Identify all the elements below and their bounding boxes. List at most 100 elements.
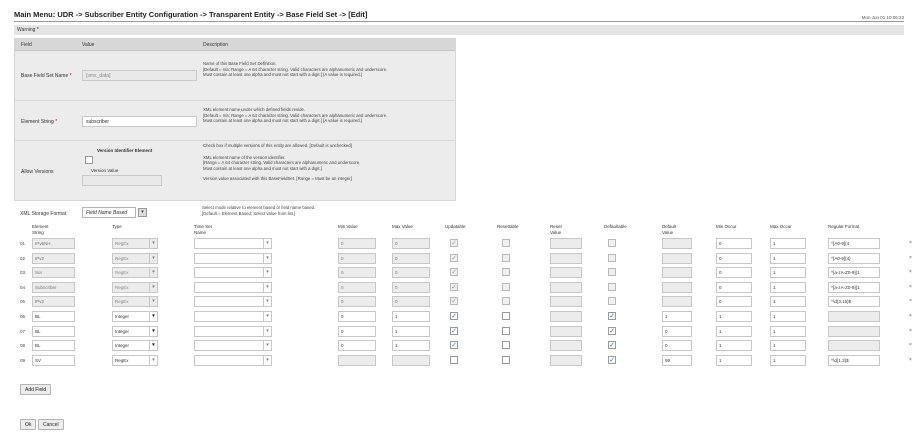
type-select[interactable]: Integer ▾ (112, 325, 158, 337)
min-occur-input[interactable]: 1 (716, 325, 752, 337)
resettable-checkbox[interactable] (502, 268, 510, 277)
element-string-field[interactable]: subscriber (82, 116, 197, 127)
time-set-select[interactable]: ▾ (194, 354, 272, 366)
element-string-input[interactable]: SoI (32, 267, 75, 279)
element-string-input[interactable]: IPv6NH (32, 238, 75, 249)
type-select[interactable]: RegEx ▾ (112, 267, 158, 279)
min-value-input[interactable]: 0 (338, 296, 376, 308)
default-value-input[interactable]: 1 (662, 311, 692, 322)
element-string-input[interactable]: BL (32, 325, 75, 337)
allow-versions-checkbox[interactable] (85, 156, 93, 164)
defaultable-checkbox[interactable] (608, 268, 616, 277)
delete-row-icon[interactable]: × (909, 313, 912, 319)
ok-button[interactable]: Ok (20, 419, 37, 430)
regular-format-input[interactable]: ^\d{1,3}$ (828, 354, 880, 366)
min-value-input[interactable]: 0 (338, 238, 376, 249)
min-occur-input[interactable]: 0 (716, 238, 752, 249)
type-dropdown-icon[interactable]: ▾ (149, 268, 157, 278)
delete-row-icon[interactable]: × (909, 357, 912, 363)
max-occur-input[interactable]: 1 (770, 281, 806, 293)
delete-row-icon[interactable]: × (909, 255, 912, 261)
type-select[interactable]: RegEx ▾ (112, 238, 158, 249)
min-occur-input[interactable]: 1 (716, 354, 752, 366)
time-set-dropdown-icon[interactable]: ▾ (263, 326, 271, 336)
max-occur-input[interactable]: 1 (770, 325, 806, 337)
resettable-checkbox[interactable] (502, 326, 510, 335)
updatable-checkbox[interactable]: ✓ (450, 268, 458, 277)
max-occur-input[interactable]: 1 (770, 296, 806, 308)
updatable-checkbox[interactable]: ✓ (450, 312, 458, 320)
max-value-input[interactable] (392, 354, 430, 366)
regular-format-input[interactable]: ^\d{3,15}$ (828, 296, 880, 308)
base-field-set-name-field[interactable]: [sms_data] (82, 70, 197, 81)
type-dropdown-icon[interactable]: ▾ (149, 253, 157, 263)
type-dropdown-icon[interactable]: ▾ (149, 341, 157, 351)
time-set-dropdown-icon[interactable]: ▾ (263, 355, 271, 365)
resettable-checkbox[interactable] (502, 282, 510, 291)
updatable-checkbox[interactable]: ✓ (450, 297, 458, 306)
reset-value-input[interactable] (550, 252, 582, 264)
min-value-input[interactable]: 0 (338, 311, 376, 322)
defaultable-checkbox[interactable]: ✓ (608, 326, 616, 335)
max-occur-input[interactable]: 1 (770, 354, 806, 366)
reset-value-input[interactable] (550, 238, 582, 249)
defaultable-checkbox[interactable] (608, 282, 616, 291)
updatable-checkbox[interactable] (450, 355, 458, 364)
max-value-input[interactable]: 1 (392, 325, 430, 337)
time-set-select[interactable]: ▾ (194, 325, 272, 337)
time-set-dropdown-icon[interactable]: ▾ (263, 239, 271, 248)
time-set-select[interactable]: ▾ (194, 281, 272, 293)
default-value-input[interactable]: 0 (662, 325, 692, 337)
min-value-input[interactable]: 0 (338, 281, 376, 293)
time-set-select[interactable]: ▾ (194, 340, 272, 352)
type-select[interactable]: RegEx ▾ (112, 252, 158, 264)
max-occur-input[interactable]: 1 (770, 267, 806, 279)
max-value-input[interactable]: 0 (392, 238, 430, 249)
warning-label[interactable]: Warning * (17, 27, 39, 33)
reset-value-input[interactable] (550, 296, 582, 308)
regular-format-input[interactable]: ^[A0-9]{4} (828, 252, 880, 264)
element-string-input[interactable]: IPv2 (32, 252, 75, 264)
updatable-checkbox[interactable]: ✓ (450, 253, 458, 262)
reset-value-input[interactable] (550, 267, 582, 279)
reset-value-input[interactable] (550, 340, 582, 352)
max-value-input[interactable]: 0 (392, 252, 430, 264)
time-set-select[interactable]: ▾ (194, 296, 272, 308)
delete-row-icon[interactable]: × (909, 284, 912, 290)
type-dropdown-icon[interactable]: ▾ (149, 326, 157, 336)
resettable-checkbox[interactable] (502, 297, 510, 306)
min-value-input[interactable] (338, 354, 376, 366)
element-string-input[interactable]: IPv2 (32, 296, 75, 308)
resettable-checkbox[interactable] (502, 312, 510, 320)
min-occur-input[interactable]: 1 (716, 311, 752, 322)
min-occur-input[interactable]: 1 (716, 340, 752, 352)
min-occur-input[interactable]: 0 (716, 252, 752, 264)
max-value-input[interactable]: 0 (392, 296, 430, 308)
default-value-input[interactable] (662, 281, 692, 293)
delete-row-icon[interactable]: × (909, 342, 912, 348)
max-occur-input[interactable]: 1 (770, 252, 806, 264)
reset-value-input[interactable] (550, 311, 582, 322)
type-dropdown-icon[interactable]: ▾ (149, 282, 157, 292)
type-select[interactable]: RegEx ▾ (112, 281, 158, 293)
default-value-input[interactable]: 99 (662, 354, 692, 366)
element-string-input[interactable]: Subscriber (32, 281, 75, 293)
time-set-select[interactable]: ▾ (194, 238, 272, 249)
element-string-input[interactable]: BL (32, 340, 75, 352)
element-string-input[interactable]: BL (32, 311, 75, 322)
min-value-input[interactable]: 0 (338, 252, 376, 264)
regular-format-input[interactable] (828, 325, 880, 337)
warning-bar[interactable]: Warning * (14, 25, 904, 35)
resettable-checkbox[interactable] (502, 239, 510, 247)
max-occur-input[interactable]: 1 (770, 238, 806, 249)
default-value-input[interactable] (662, 296, 692, 308)
time-set-dropdown-icon[interactable]: ▾ (263, 297, 271, 307)
add-field-button[interactable]: Add Field (20, 384, 52, 395)
min-occur-input[interactable]: 0 (716, 296, 752, 308)
updatable-checkbox[interactable]: ✓ (450, 326, 458, 335)
resettable-checkbox[interactable] (502, 341, 510, 350)
delete-row-icon[interactable]: × (909, 328, 912, 334)
type-dropdown-icon[interactable]: ▾ (149, 297, 157, 307)
type-select[interactable]: RegEx ▾ (112, 354, 158, 366)
type-dropdown-icon[interactable]: ▾ (149, 239, 157, 248)
